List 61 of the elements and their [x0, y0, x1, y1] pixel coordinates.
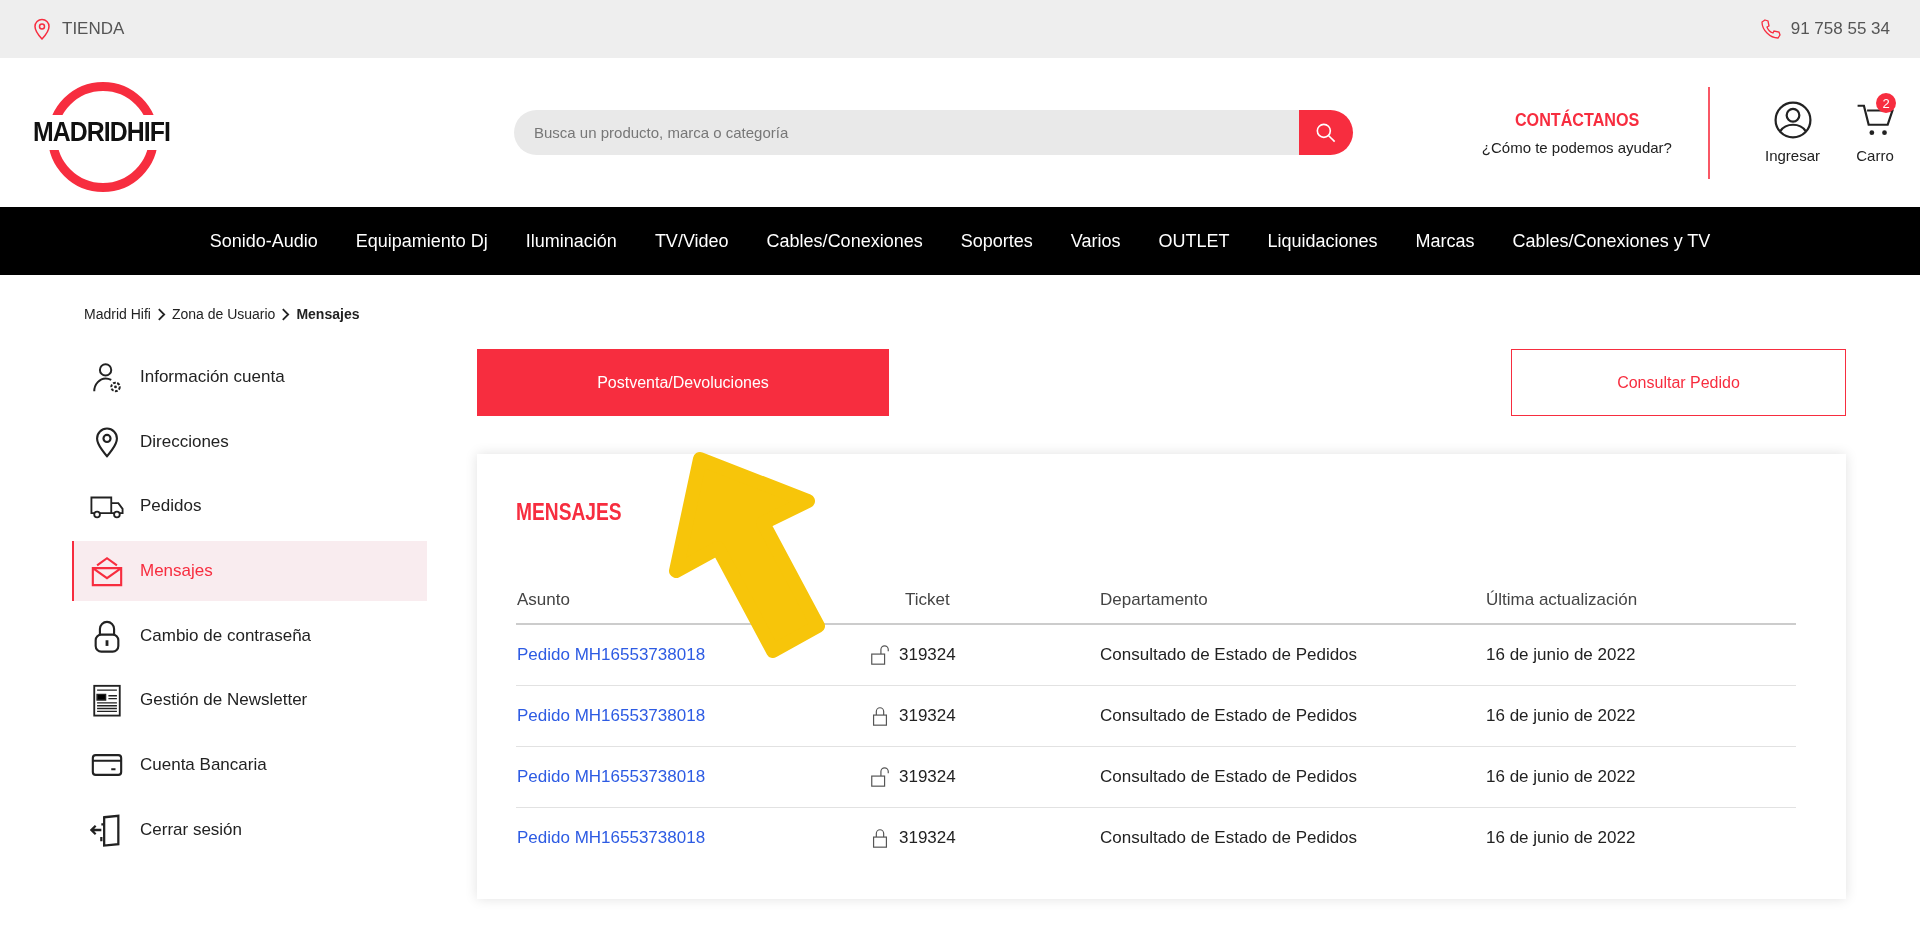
- department-cell: Consultado de Estado de Pedidos: [1100, 767, 1358, 786]
- column-header: Asunto: [517, 589, 570, 609]
- newspaper-icon: [90, 683, 124, 718]
- contact-subtitle: ¿Cómo te podemos ayudar?: [1480, 139, 1673, 156]
- date-cell: 16 de junio de 2022: [1486, 706, 1636, 725]
- search-button[interactable]: [1298, 110, 1353, 155]
- date-cell: 16 de junio de 2022: [1486, 767, 1636, 786]
- message-subject-link[interactable]: Pedido MH16553738018: [517, 645, 706, 664]
- login-link[interactable]: Ingresar: [1765, 147, 1820, 164]
- nav-link[interactable]: Varios: [1070, 230, 1121, 252]
- phone-number: 91 758 55 34: [1790, 19, 1890, 39]
- message-subject-link[interactable]: Pedido MH16553738018: [517, 828, 706, 847]
- order-lookup-button[interactable]: Consultar Pedido: [1511, 349, 1846, 416]
- ticket-number: 319324: [899, 767, 956, 787]
- nav-link[interactable]: Cables/Conexiones y TV: [1512, 230, 1711, 252]
- department-cell: Consultado de Estado de Pedidos: [1100, 706, 1358, 725]
- column-header: Departamento: [1100, 589, 1208, 609]
- user-gear-icon: [90, 360, 124, 394]
- nav-link[interactable]: Soportes: [960, 230, 1033, 252]
- ticket-number: 319324: [899, 828, 956, 848]
- section-title: MENSAJES: [516, 498, 623, 526]
- nav-link[interactable]: Sonido-Audio: [209, 230, 318, 252]
- nav-link[interactable]: Marcas: [1415, 230, 1475, 252]
- store-link[interactable]: TIENDA: [62, 19, 125, 39]
- nav-link[interactable]: Equipamiento Dj: [355, 230, 488, 252]
- user-icon: [1773, 101, 1812, 139]
- sidebar-item[interactable]: Gestión de Newsletter: [72, 670, 427, 731]
- returns-button[interactable]: Postventa/Devoluciones: [477, 349, 889, 416]
- contact-title[interactable]: CONTÁCTANOS: [1494, 109, 1660, 131]
- chevron-right-icon: [281, 307, 291, 321]
- sidebar-item[interactable]: Cerrar sesión: [72, 799, 427, 860]
- sidebar-item[interactable]: Cambio de contraseña: [72, 605, 427, 666]
- nav-link[interactable]: Liquidaciones: [1267, 230, 1378, 252]
- nav-link[interactable]: TV/Video: [654, 230, 729, 252]
- breadcrumb-link[interactable]: Madrid Hifi: [84, 306, 151, 322]
- logo-text[interactable]: MADRIDHIFI: [32, 115, 170, 150]
- department-cell: Consultado de Estado de Pedidos: [1100, 828, 1358, 847]
- ticket-number: 319324: [899, 645, 956, 665]
- sidebar-item[interactable]: Pedidos: [72, 476, 427, 537]
- envelope-icon: [90, 554, 124, 589]
- column-header: Ticket: [905, 589, 950, 609]
- date-cell: 16 de junio de 2022: [1486, 645, 1636, 664]
- ticket-number: 319324: [899, 706, 956, 726]
- sidebar-item[interactable]: Información cuenta: [72, 347, 427, 407]
- chevron-right-icon: [156, 307, 166, 321]
- phone-icon: [1758, 17, 1783, 41]
- cart-link[interactable]: Carro: [1856, 147, 1894, 164]
- cart-count-badge: 2: [1876, 93, 1896, 113]
- date-cell: 16 de junio de 2022: [1486, 828, 1636, 847]
- nav-link[interactable]: Iluminación: [525, 230, 617, 252]
- sidebar-item[interactable]: Direcciones: [72, 411, 427, 472]
- breadcrumb-link[interactable]: Zona de Usuario: [171, 306, 276, 322]
- message-subject-link[interactable]: Pedido MH16553738018: [517, 767, 706, 786]
- search-field[interactable]: Busca un producto, marca o categoría: [514, 110, 1299, 155]
- nav-link[interactable]: OUTLET: [1158, 230, 1230, 252]
- message-subject-link[interactable]: Pedido MH16553738018: [517, 706, 706, 725]
- sidebar-item[interactable]: Cuenta Bancaria: [72, 735, 427, 796]
- department-cell: Consultado de Estado de Pedidos: [1100, 645, 1358, 664]
- column-header: Última actualización: [1486, 589, 1638, 609]
- nav-link[interactable]: Cables/Conexiones: [766, 230, 923, 252]
- breadcrumb-current: Mensajes: [296, 306, 360, 322]
